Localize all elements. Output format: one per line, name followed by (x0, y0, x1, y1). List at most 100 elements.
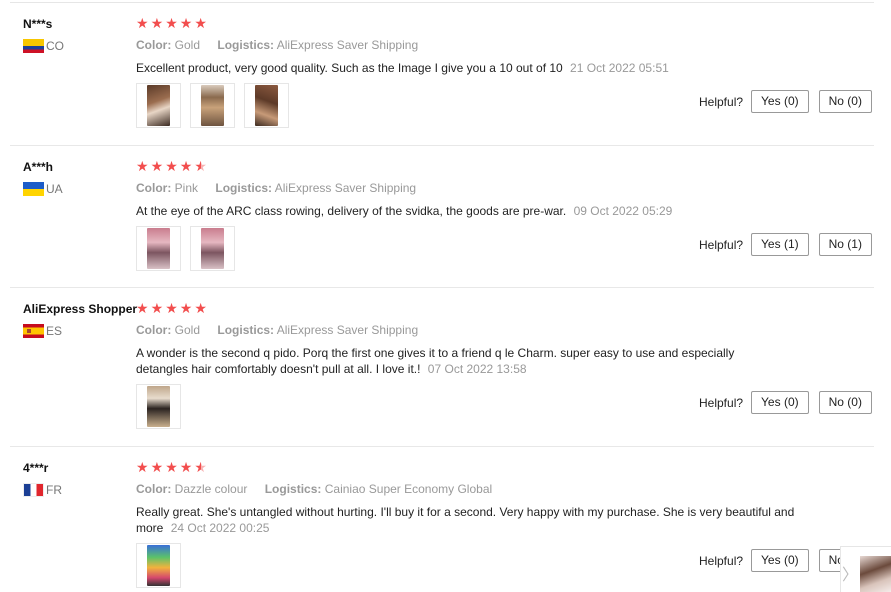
reviewer-name: 4***r (23, 461, 49, 475)
star-icon: ★ (179, 15, 193, 31)
review-photo-thumbnail[interactable] (244, 83, 289, 128)
reviewer-country: ES (23, 324, 62, 338)
color-value: Dazzle colour (174, 482, 248, 496)
review-text: A wonder is the second q pido. Porq the … (136, 345, 776, 377)
logistics-value: AliExpress Saver Shipping (274, 181, 417, 195)
review-meta: Color: Gold Logistics: AliExpress Saver … (136, 323, 418, 337)
star-icon: ★ (136, 15, 149, 31)
logistics-value: AliExpress Saver Shipping (276, 38, 419, 52)
reviewer-name: AliExpress Shopper (23, 302, 138, 316)
review-text: Really great. She's untangled without hu… (136, 504, 816, 536)
country-code: ES (46, 324, 63, 338)
helpful-yes-button[interactable]: Yes (0) (751, 549, 809, 572)
color-value: Gold (174, 323, 201, 337)
star-icon: ★ (165, 300, 178, 316)
chevron-right-icon[interactable]: 〉 (842, 561, 858, 585)
photo-image (147, 386, 170, 427)
color-label: Color: (136, 38, 172, 52)
photo-image (201, 85, 224, 126)
color-label: Color: (136, 482, 172, 496)
helpful-controls: Helpful? Yes (0) No (0) (699, 391, 882, 414)
product-thumbnail[interactable] (860, 556, 891, 592)
review-date: 09 Oct 2022 05:29 (573, 204, 673, 218)
star-icon: ★ (179, 158, 193, 174)
half-star-icon: ★ (194, 158, 207, 174)
logistics-label: Logistics: (215, 181, 273, 195)
review-date: 21 Oct 2022 05:51 (570, 61, 669, 75)
color-label: Color: (136, 181, 172, 195)
country-code: UA (46, 182, 63, 196)
helpful-controls: Helpful? Yes (1) No (1) (699, 233, 882, 256)
review-meta: Color: Gold Logistics: AliExpress Saver … (136, 38, 418, 52)
review-divider (10, 446, 874, 447)
star-rating: ★ ★ ★ ★ ★ (136, 159, 208, 173)
logistics-value: Cainiao Super Economy Global (324, 482, 493, 496)
helpful-no-button[interactable]: No (0) (818, 90, 872, 113)
review-photo-thumbnail[interactable] (190, 226, 235, 271)
star-icon: ★ (150, 300, 164, 316)
country-code: FR (46, 483, 62, 497)
helpful-label: Helpful? (699, 94, 744, 109)
reviewer-country: CO (23, 39, 64, 53)
color-value: Gold (174, 38, 201, 52)
review-date: 07 Oct 2022 13:58 (427, 362, 527, 376)
review-photo-thumbnail[interactable] (190, 83, 235, 128)
review-photo-thumbnail[interactable] (136, 83, 181, 128)
photo-image (255, 85, 278, 126)
star-rating: ★ ★ ★ ★ ★ (136, 301, 208, 315)
flag-ua-icon (23, 182, 44, 196)
review-divider (10, 287, 874, 288)
star-icon: ★ (179, 300, 193, 316)
logistics-label: Logistics: (217, 38, 275, 52)
review-photos (136, 384, 181, 429)
photo-image (147, 85, 170, 126)
star-icon: ★ (179, 459, 193, 475)
star-rating: ★ ★ ★ ★ ★ (136, 460, 208, 474)
helpful-label: Helpful? (699, 395, 744, 410)
star-icon: ★ (165, 15, 178, 31)
helpful-label: Helpful? (699, 237, 744, 252)
review-photo-thumbnail[interactable] (136, 543, 181, 588)
star-icon: ★ (150, 158, 164, 174)
star-icon: ★ (150, 15, 164, 31)
flag-co-icon (23, 39, 44, 53)
helpful-controls: Helpful? Yes (0) No (0) (699, 90, 882, 113)
review-photos (136, 83, 289, 128)
country-code: CO (46, 39, 64, 53)
flag-fr-icon (23, 483, 44, 497)
star-icon: ★ (165, 158, 178, 174)
logistics-label: Logistics: (264, 482, 322, 496)
review-divider (10, 145, 874, 146)
helpful-yes-button[interactable]: Yes (0) (751, 90, 809, 113)
star-icon: ★ (194, 300, 207, 316)
helpful-no-button[interactable]: No (0) (818, 391, 872, 414)
helpful-no-button[interactable]: No (1) (818, 233, 872, 256)
review-photos (136, 543, 181, 588)
review-photo-thumbnail[interactable] (136, 384, 181, 429)
star-icon: ★ (136, 459, 149, 475)
star-icon: ★ (150, 459, 164, 475)
photo-image (147, 545, 170, 586)
color-value: Pink (174, 181, 199, 195)
logistics-label: Logistics: (217, 323, 275, 337)
reviewer-country: FR (23, 483, 62, 497)
photo-image (147, 228, 170, 269)
reviewer-name: N***s (23, 17, 53, 31)
helpful-yes-button[interactable]: Yes (0) (751, 391, 809, 414)
review-text: At the eye of the ARC class rowing, deli… (136, 203, 796, 219)
helpful-yes-button[interactable]: Yes (1) (751, 233, 809, 256)
star-icon: ★ (136, 300, 149, 316)
review-text: Excellent product, very good quality. Su… (136, 60, 796, 76)
star-icon: ★ (165, 459, 178, 475)
star-icon: ★ (136, 158, 149, 174)
review-date: 24 Oct 2022 00:25 (170, 521, 270, 535)
top-divider (10, 2, 874, 3)
review-body: At the eye of the ARC class rowing, deli… (136, 204, 567, 218)
review-meta: Color: Dazzle colour Logistics: Cainiao … (136, 482, 492, 496)
star-icon: ★ (194, 15, 207, 31)
photo-image (201, 228, 224, 269)
review-photo-thumbnail[interactable] (136, 226, 181, 271)
star-rating: ★ ★ ★ ★ ★ (136, 16, 208, 30)
helpful-label: Helpful? (699, 553, 744, 568)
reviewer-country: UA (23, 182, 63, 196)
